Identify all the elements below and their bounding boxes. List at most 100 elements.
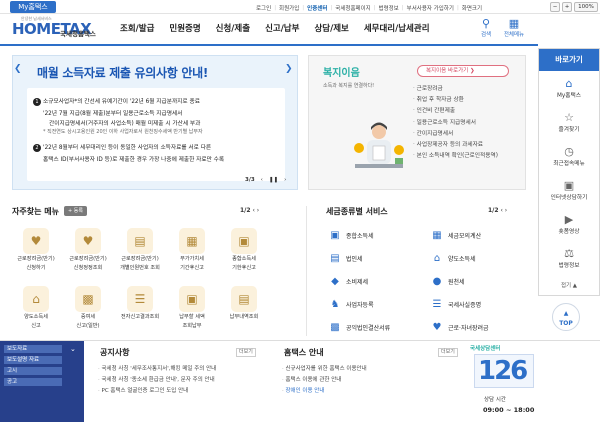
zoom-select[interactable]: 100% [574, 2, 598, 12]
notices-more-button[interactable]: 더보기 [236, 348, 256, 357]
star-icon: ☆ [564, 111, 574, 124]
welfare-desc: 소득과 복지를 연결하다! [323, 83, 375, 89]
quick-short-video[interactable]: ▶ 숏폼영상 [539, 213, 599, 235]
tax-service-item[interactable]: ♞ 사업자등록 [328, 299, 374, 310]
car-icon: ▣ [330, 230, 340, 241]
house-icon: ⌂ [23, 286, 49, 312]
nav-civil-cert[interactable]: 민원증명 [169, 22, 200, 36]
fav-item[interactable]: ♥ 근로장려금(반기) 신청하기 [16, 228, 56, 272]
notice-item[interactable]: 국세청 사칭 '종소세 환급금 안내', 문자 주의 안내 [98, 375, 215, 383]
banner-pause-button[interactable]: ❚❚ [269, 177, 278, 183]
tax-service-item[interactable]: ▩ 공익법인결산서류 [328, 322, 390, 333]
tax-service-item[interactable]: ▦ 세금모의계산 [430, 230, 481, 241]
all-menu-button[interactable]: ▦ 전체메뉴 [502, 18, 526, 39]
callcenter-number[interactable]: 126 [478, 356, 528, 386]
welfare-item[interactable]: 사업장제공자 등의 과세자료 [413, 140, 523, 151]
nav-apply-submit[interactable]: 신청/제출 [216, 22, 250, 36]
next-page-button[interactable]: › [505, 207, 507, 214]
favorites-register-button[interactable]: + 등록 [64, 206, 87, 216]
banner-next-icon[interactable]: ❯ [285, 64, 293, 74]
scroll-top-button[interactable]: ▲ TOP [552, 303, 580, 331]
nts-home-link[interactable]: 국세청홈페이지 [332, 4, 373, 12]
press-links-panel: 보도자료 보도설명 자료 고시 공고 [0, 341, 84, 422]
quick-my-hometax[interactable]: ⌂ My홈택스 [539, 77, 599, 99]
quick-recent-menu[interactable]: ◷ 최근접속메뉴 [539, 145, 599, 167]
guide-item[interactable]: 홈택스 이용에 관한 안내 [282, 375, 342, 383]
fav-item[interactable]: ▦ 부가가치세 기간후신고 [172, 228, 212, 272]
welfare-item[interactable]: 근로장려금 [413, 84, 523, 95]
law-info-link[interactable]: 법령정보 [376, 4, 402, 12]
tax-service-item[interactable]: ▣ 종합소득세 [328, 230, 373, 241]
quick-collapse-button[interactable]: 접기 ▲ [539, 281, 599, 289]
nav-consult-report[interactable]: 상담/제보 [314, 22, 348, 36]
banner-prev-button[interactable]: ‹ [261, 177, 263, 183]
welfare-item[interactable]: 취업 후 학자금 상환 [413, 95, 523, 106]
chevron-down-icon[interactable]: ⌄ [70, 345, 76, 353]
quick-favorites[interactable]: ☆ 즐겨찾기 [539, 111, 599, 133]
press-release-link[interactable]: 보도자료 [4, 345, 62, 353]
cert-center-link[interactable]: 인증센터 [304, 4, 330, 12]
welfare-shortcut-button[interactable]: 복지이음 바로가기 ❯ [417, 65, 509, 77]
callcenter-heading: 국세상담센터 [470, 346, 501, 352]
tax-service-item[interactable]: ● 원천세 [430, 276, 465, 287]
welfare-item[interactable]: 일용근로소득 지급명세서 [413, 118, 523, 129]
guide-item[interactable]: 신규사업자를 위한 홈택스 이용안내 [282, 364, 367, 372]
login-link[interactable]: 로그인 [253, 4, 274, 12]
guide-more-button[interactable]: 더보기 [438, 348, 458, 357]
arrow-right-icon: ❯ [469, 68, 475, 74]
notice-item[interactable]: PC 홈택스 얼굴인증 로그인 도입 안내 [98, 386, 189, 394]
fav-item[interactable]: ▣ 납부할 세액 조회납부 [172, 286, 212, 330]
banner-prev-icon[interactable]: ❮ [14, 64, 22, 74]
dept-user-link[interactable]: 부서사용자 가입하기 [404, 4, 457, 12]
number-one-icon: 1 [33, 98, 41, 106]
family-icon: ♥ [432, 322, 442, 333]
gift-icon: ▩ [75, 286, 101, 312]
tax-services-pager: 1/2 ‹ › [488, 207, 508, 214]
fav-item[interactable]: ▤ 근로장려금(반기) 개별인원번호 조회 [120, 228, 160, 272]
next-page-button[interactable]: › [257, 207, 259, 214]
tax-service-item[interactable]: ♥ 근로·자녀장려금 [430, 322, 489, 333]
tax-service-item[interactable]: ⌂ 양도소득세 [430, 253, 476, 264]
banner-controls: 3/3 ‹ ❚❚ › [245, 177, 286, 183]
fav-item[interactable]: ☰ 전자신고결과조회 [120, 286, 160, 323]
welfare-item[interactable]: 본인 소득내역 확인(근로인적용역) [413, 151, 523, 162]
welfare-item[interactable]: 간이지급명세서 [413, 129, 523, 140]
press-explanation-link[interactable]: 보도설명 자료 [4, 356, 62, 364]
announcement-link[interactable]: 공고 [4, 378, 62, 386]
nav-report-pay[interactable]: 신고/납부 [265, 22, 299, 36]
banner-line-5: '22년 8월부터 세무대리인 등이 동일한 사업자의 소득자료를 서로 다른 [43, 145, 212, 151]
my-hometax-tab[interactable]: My홈택스 [10, 1, 56, 13]
guide-item[interactable]: 장애인 이용 안내 [282, 386, 325, 394]
prev-page-button[interactable]: ‹ [252, 207, 254, 214]
banner-next-button[interactable]: › [284, 177, 286, 183]
quick-online-consult[interactable]: ▣ 인터넷상담하기 [539, 179, 599, 201]
fav-item[interactable]: ⌂ 양도소득세 신고 [16, 286, 56, 330]
callcenter-hours-label: 상담 시간 [484, 397, 506, 403]
quick-law-info[interactable]: ⚖ 법령정보 [539, 247, 599, 269]
main-navigation: 조회/발급 민원증명 신청/제출 신고/납부 상담/제보 세무대리/납세관리 [120, 22, 445, 36]
prev-page-button[interactable]: ‹ [500, 207, 502, 214]
signup-link[interactable]: 회원가입 [276, 4, 302, 12]
tax-service-item[interactable]: ◆ 소비제세 [328, 276, 368, 287]
welfare-link-panel: 복지이음 소득과 복지를 연결하다! 복지이음 바로가기 ❯ 근로장려금 취업 … [308, 55, 526, 190]
welfare-item[interactable]: 인건비 간편제출 [413, 106, 523, 117]
fav-item[interactable]: ▣ 종합소득세 기한후신고 [224, 228, 264, 272]
fav-item[interactable]: ♥ 근로장려금(반기) 신청정정조회 [68, 228, 108, 272]
screen-size-label: 화면크기 [461, 5, 483, 12]
logo-korean-name: 국세청홈택스 [60, 30, 96, 38]
notice-banner[interactable]: ❮ ❯ 매월 소득자료 제출 유의사항 안내! 1 소규모사업자*의 간선세 유예… [12, 55, 298, 190]
section-divider [306, 206, 307, 336]
zoom-in-button[interactable]: + [562, 2, 572, 12]
zoom-out-button[interactable]: − [550, 2, 560, 12]
notice-board-link[interactable]: 고시 [4, 367, 62, 375]
arrow-up-icon: ▲ [563, 310, 569, 317]
nav-tax-agent[interactable]: 세무대리/납세관리 [364, 22, 430, 36]
nav-inquiry-issue[interactable]: 조회/발급 [120, 22, 154, 36]
fav-item[interactable]: ▤ 납부내역조회 [224, 286, 264, 323]
fav-item[interactable]: ▩ 증여세 신고(일반) [68, 286, 108, 330]
tax-service-item[interactable]: ☰ 국세사실증명 [430, 299, 482, 310]
notice-item[interactable]: 국세청 사칭 '세무조사통지서',해킹 메일 주의 안내 [98, 364, 217, 372]
heart-card-icon: ♥ [75, 228, 101, 254]
tax-service-item[interactable]: ▤ 법인세 [328, 253, 362, 264]
search-button[interactable]: ⚲ 검색 [474, 18, 498, 39]
